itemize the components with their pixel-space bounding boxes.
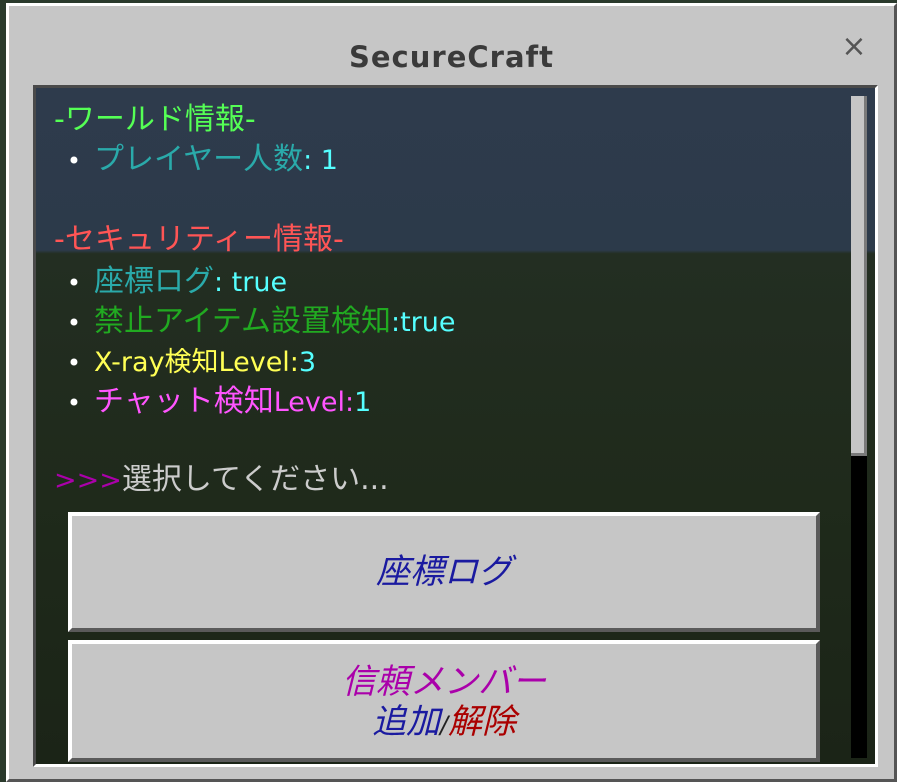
- scrollbar-track[interactable]: [851, 96, 867, 758]
- dialog-title: SecureCraft: [349, 40, 554, 74]
- coord-log-value: : true: [214, 267, 288, 298]
- chat-row: • チャット検知Level:1: [54, 382, 371, 423]
- trusted-member-button[interactable]: 信頼メンバー 追加/解除: [68, 640, 820, 762]
- security-info-header: -セキュリティー情報-: [54, 220, 344, 260]
- coord-log-button-label: 座標ログ: [376, 552, 512, 592]
- trusted-remove-label: 解除: [448, 702, 517, 742]
- coord-log-button[interactable]: 座標ログ: [68, 512, 820, 632]
- xray-level-value: 3: [298, 347, 317, 378]
- coord-log-row: • 座標ログ: true: [54, 262, 287, 303]
- world-info-header-text: -ワールド情報-: [54, 102, 256, 137]
- scrollbar-thumb[interactable]: [851, 96, 867, 456]
- close-icon[interactable]: ×: [841, 32, 867, 62]
- security-info-header-text: -セキュリティー情報-: [54, 222, 344, 257]
- bullet-icon: •: [66, 309, 82, 337]
- banned-items-value: :true: [391, 307, 456, 338]
- player-count-label: プレイヤー人数: [94, 142, 304, 177]
- trusted-member-label: 信頼メンバー: [342, 662, 546, 702]
- prompt-row: >>>選択してください...: [54, 460, 389, 501]
- coord-log-label: 座標ログ: [94, 264, 214, 299]
- bullet-icon: •: [66, 389, 82, 417]
- trusted-slash: /: [439, 711, 449, 739]
- prompt-text: 選択してください...: [121, 462, 389, 497]
- chat-label: チャット検知: [94, 384, 274, 419]
- securecraft-dialog: SecureCraft × -ワールド情報- • プレイヤー人数: 1 -セキュリ…: [6, 3, 897, 782]
- bullet-icon: •: [66, 269, 82, 297]
- xray-row: • X-ray検知Level:3: [54, 342, 316, 383]
- xray-label: X-ray検知: [94, 347, 219, 378]
- player-count-value: : 1: [303, 145, 338, 176]
- player-count-row: • プレイヤー人数: 1: [54, 140, 338, 181]
- banned-items-row: • 禁止アイテム設置検知:true: [54, 302, 456, 343]
- info-panel: -ワールド情報- • プレイヤー人数: 1 -セキュリティー情報- • 座標ログ: …: [33, 85, 878, 767]
- world-info-header: -ワールド情報-: [54, 100, 256, 140]
- chat-level-label: Level:: [273, 387, 355, 418]
- bullet-icon: •: [66, 349, 82, 377]
- prompt-arrows: >>>: [54, 465, 122, 496]
- trusted-member-actions: 追加/解除: [72, 702, 816, 745]
- trusted-add-label: 追加: [371, 702, 440, 742]
- banned-items-label: 禁止アイテム設置検知: [94, 304, 391, 339]
- xray-level-label: Level:: [218, 347, 299, 378]
- bullet-icon: •: [66, 147, 82, 175]
- chat-level-value: 1: [354, 387, 372, 418]
